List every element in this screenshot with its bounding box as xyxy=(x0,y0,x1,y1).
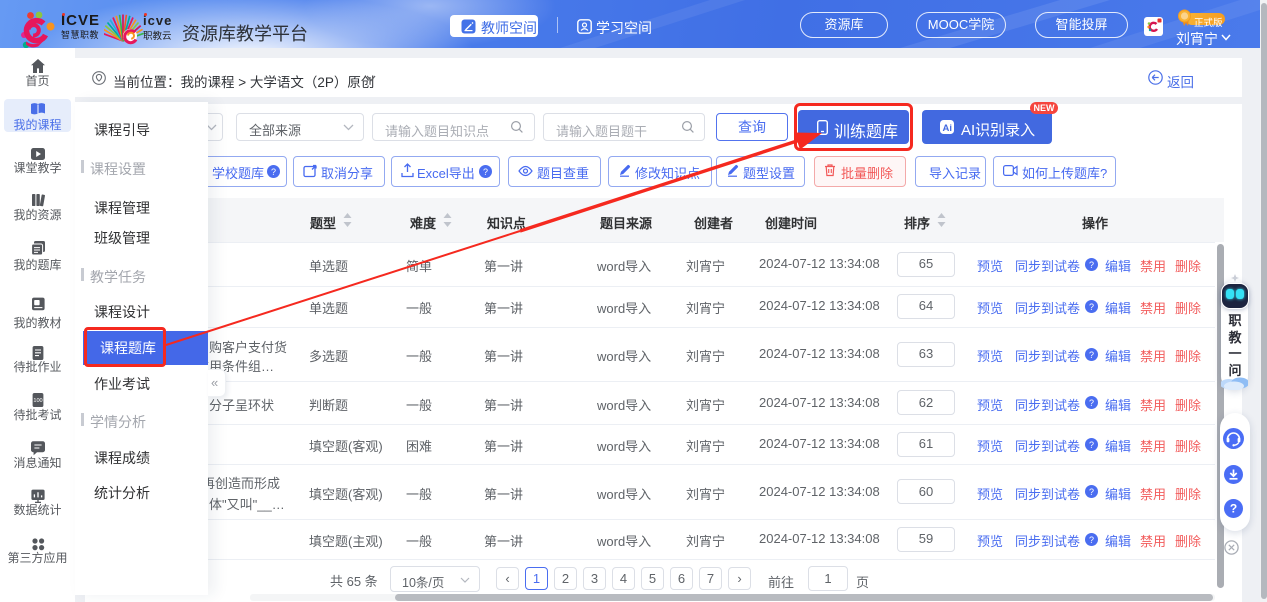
svg-text:?: ? xyxy=(1089,440,1094,450)
svg-text:?: ? xyxy=(483,167,488,177)
svg-text:?: ? xyxy=(1089,350,1094,360)
svg-text:?: ? xyxy=(1089,302,1094,312)
svg-text:?: ? xyxy=(1089,398,1094,408)
svg-text:?: ? xyxy=(1089,260,1094,270)
svg-text:?: ? xyxy=(1229,502,1236,516)
svg-text:?: ? xyxy=(1089,535,1094,545)
svg-text:?: ? xyxy=(271,167,276,177)
svg-text:100: 100 xyxy=(33,398,42,404)
svg-text:?: ? xyxy=(1089,487,1094,497)
